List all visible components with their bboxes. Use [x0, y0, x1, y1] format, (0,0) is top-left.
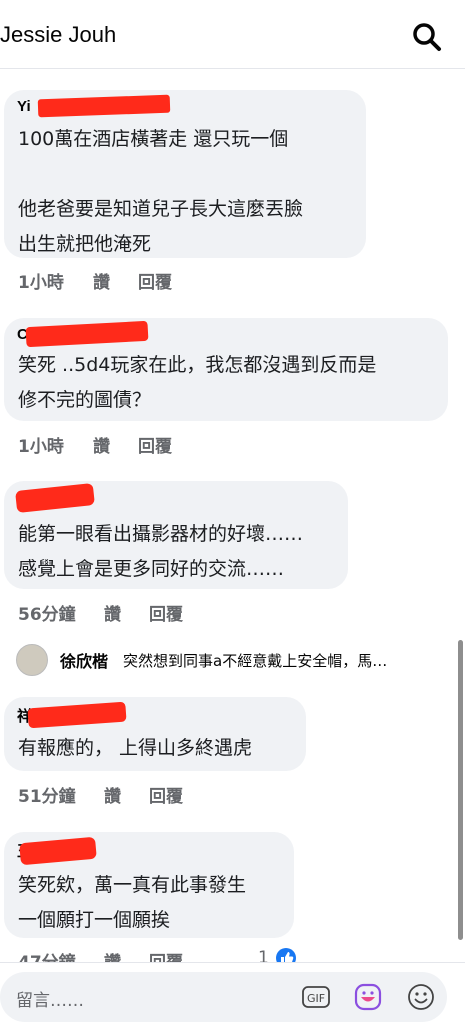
reply-button[interactable]: 回覆: [138, 268, 172, 293]
redaction-mark: [27, 701, 127, 729]
reply-author-name[interactable]: 徐欣楷: [60, 648, 108, 672]
redaction-mark: [37, 94, 171, 118]
comment-bubble: 祥 有報應的， 上得山多終遇虎: [4, 697, 306, 771]
comment-text: 有報應的， 上得山多終遇虎: [18, 737, 253, 759]
comment-time: 1小時: [18, 437, 64, 457]
scrollbar[interactable]: [458, 640, 463, 940]
comment-composer[interactable]: 留言…… GIF: [0, 972, 447, 1022]
sticker-icon[interactable]: [353, 982, 383, 1012]
like-button[interactable]: 讚: [104, 782, 121, 807]
reply-button[interactable]: 回覆: [149, 600, 183, 625]
comment-time: 56分鐘: [18, 605, 76, 625]
comment-bubble: 王 笑死欸，萬一真有此事發生 一個願打一個願挨: [4, 832, 294, 938]
commenter-name[interactable]: Yi: [17, 98, 31, 115]
comment-input-placeholder[interactable]: 留言……: [16, 986, 84, 1011]
comment-text: 100萬在酒店橫著走 還只玩一個 他老爸要是知道兒子長大這麼丟臉 出生就把他淹死: [18, 128, 304, 255]
search-icon[interactable]: [410, 20, 444, 54]
comment-text: 能第一眼看出攝影器材的好壞…… 感覺上會是更多同好的交流……: [18, 523, 304, 580]
comment-text: 笑死欸，萬一真有此事發生 一個願打一個願挨: [18, 874, 247, 931]
gif-icon[interactable]: GIF: [301, 982, 331, 1012]
emoji-icon[interactable]: [406, 982, 436, 1012]
top-header: Jessie Jouh: [0, 0, 465, 69]
gif-label: GIF: [307, 992, 325, 1005]
reply-preview[interactable]: 徐欣楷 突然想到同事a不經意戴上安全帽，馬…: [16, 642, 456, 678]
comment-bubble: 紹 能第一眼看出攝影器材的好壞…… 感覺上會是更多同好的交流……: [4, 481, 348, 589]
comment-time: 1小時: [18, 273, 64, 293]
reply-button[interactable]: 回覆: [149, 782, 183, 807]
reply-button[interactable]: 回覆: [138, 432, 172, 457]
like-button[interactable]: 讚: [93, 268, 110, 293]
reply-preview-text: 突然想到同事a不經意戴上安全帽，馬…: [123, 652, 388, 670]
redaction-mark: [25, 320, 149, 348]
comment-text: 笑死 ..5d4玩家在此，我怎都沒遇到反而是 修不完的圖債？: [18, 354, 377, 411]
comment-bubble: Yi 100萬在酒店橫著走 還只玩一個 他老爸要是知道兒子長大這麼丟臉 出生就把…: [4, 90, 366, 258]
page-title: Jessie Jouh: [0, 22, 117, 47]
comment-time: 51分鐘: [18, 787, 76, 807]
redaction-mark: [15, 482, 95, 514]
like-button[interactable]: 讚: [93, 432, 110, 457]
avatar[interactable]: [16, 644, 48, 676]
like-button[interactable]: 讚: [104, 600, 121, 625]
comment-bubble: C 笑死 ..5d4玩家在此，我怎都沒遇到反而是 修不完的圖債？: [4, 318, 448, 421]
